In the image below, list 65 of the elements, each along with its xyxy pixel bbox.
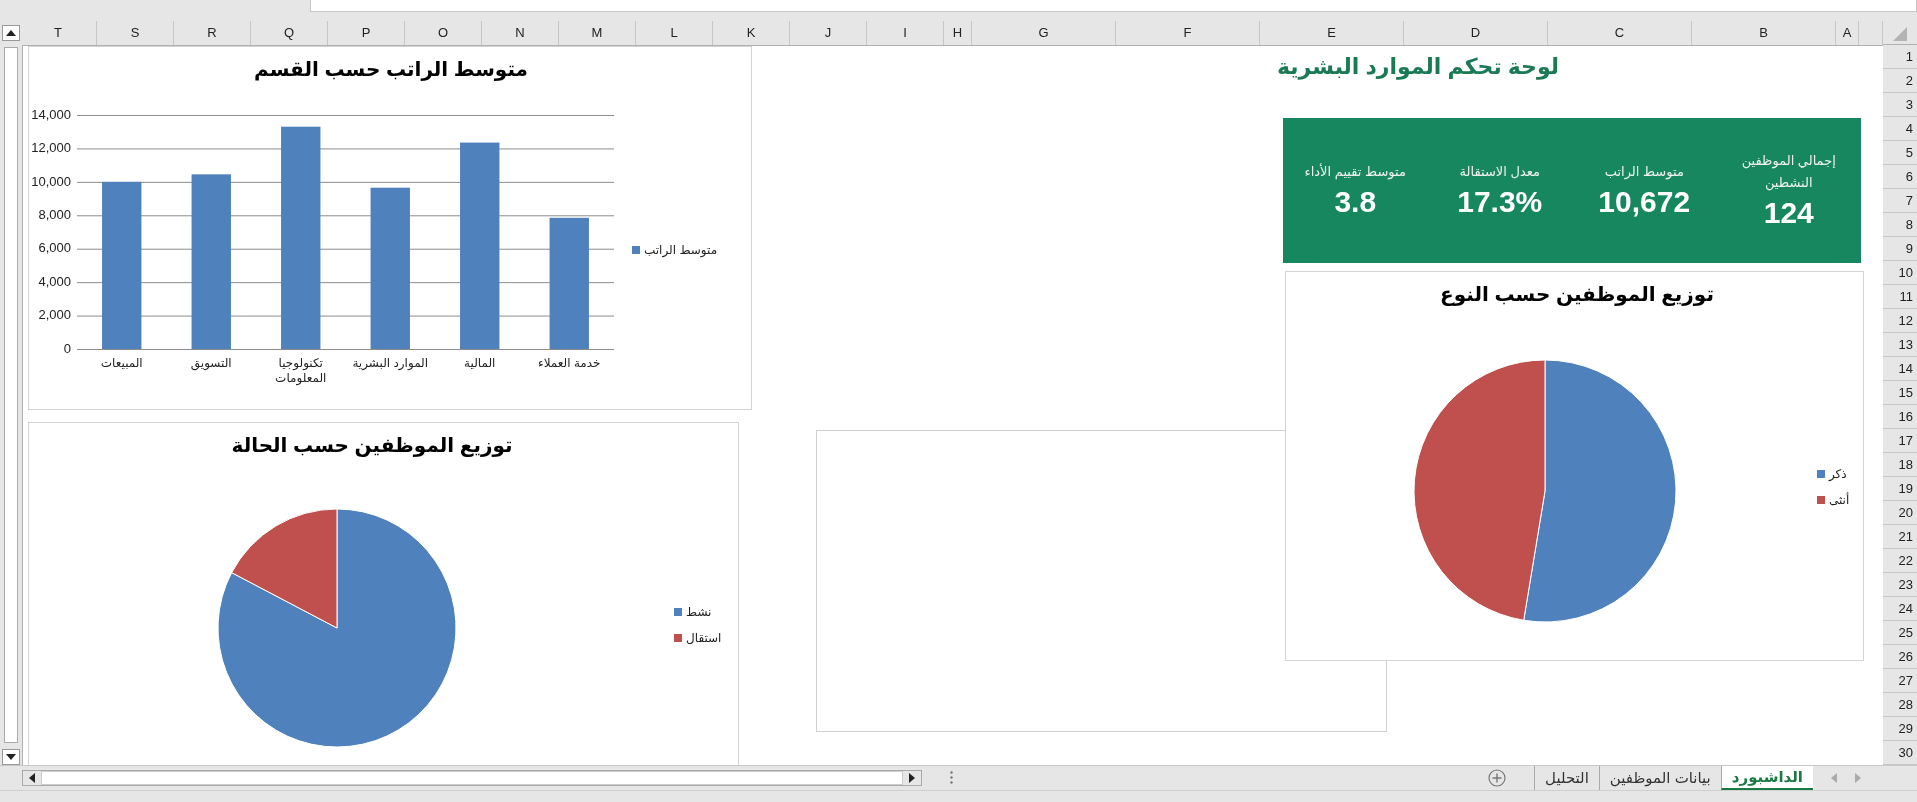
splitter-icon[interactable]	[950, 771, 953, 785]
axis-label: 4,000	[38, 273, 71, 290]
column-header[interactable]: S	[97, 20, 174, 45]
column-header[interactable]: C	[1548, 20, 1692, 45]
legend-label: ذكر	[1829, 466, 1847, 481]
dashboard-title: لوحة تحكم الموارد البشرية	[1276, 53, 1559, 80]
axis-label: المالية	[464, 355, 496, 372]
kpi-label: معدل الاستقالة	[1459, 163, 1540, 182]
column-header[interactable]: P	[328, 20, 405, 45]
legend-swatch	[1817, 495, 1825, 504]
left-arrow-icon[interactable]	[29, 772, 35, 783]
column-header[interactable]: R	[174, 20, 251, 45]
kpi-label: متوسط تقييم الأداء	[1304, 162, 1406, 182]
column-header[interactable]: G	[972, 20, 1116, 45]
column-header[interactable]: I	[867, 20, 944, 45]
axis-label: 8,000	[38, 207, 71, 223]
column-header[interactable]: E	[1260, 20, 1404, 45]
kpi-label: إجمالي الموظفين النشطين	[1740, 152, 1837, 193]
column-header[interactable]: T	[20, 20, 97, 45]
axis-label: 0	[63, 340, 71, 357]
axis-label: 14,000	[31, 106, 71, 123]
kpi-value: 10,672	[1598, 185, 1691, 220]
column-header[interactable]: F	[1116, 20, 1260, 45]
horizontal-scrollbar[interactable]	[22, 769, 922, 786]
column-header[interactable]: O	[405, 20, 482, 45]
kpi-value: 17.3%	[1457, 185, 1543, 220]
column-header[interactable]: A	[1836, 20, 1859, 45]
legend-label: نشط	[686, 604, 712, 619]
axis-label: 6,000	[38, 240, 71, 257]
legend-swatch	[674, 633, 682, 642]
chart-title: توزيع الموظفين حسب النوع	[1439, 281, 1715, 306]
axis-label: خدمة العملاء	[538, 355, 601, 372]
axis-label: المبيعات	[100, 355, 143, 372]
column-header[interactable]: K	[713, 20, 790, 45]
column-header[interactable]: N	[482, 20, 559, 45]
column-header[interactable]: Q	[251, 20, 328, 45]
column-header[interactable]: D	[1404, 20, 1548, 45]
previous-sheet-icon[interactable]	[1831, 772, 1837, 783]
axis-label: تكنولوجيا المعلومات	[274, 355, 328, 386]
column-header[interactable]: H	[944, 20, 972, 45]
legend-swatch	[1817, 469, 1825, 478]
legend-swatch	[674, 607, 682, 616]
axis-label: 10,000	[31, 173, 71, 190]
axis-label: التسويق	[190, 355, 232, 373]
axis-label: 12,000	[31, 140, 71, 157]
right-arrow-icon[interactable]	[909, 772, 915, 783]
add-sheet-icon[interactable]	[1488, 768, 1507, 787]
legend-swatch	[632, 245, 640, 254]
chart-title: متوسط الراتب حسب القسم	[253, 56, 529, 81]
axis-label: الموارد البشرية	[352, 355, 429, 372]
column-header[interactable]: M	[559, 20, 636, 45]
legend-label: أنثى	[1829, 492, 1850, 507]
column-header[interactable]: L	[636, 20, 713, 45]
legend-label: استقال	[686, 630, 722, 645]
axis-label: 2,000	[38, 307, 71, 324]
kpi-value: 3.8	[1334, 185, 1377, 220]
column-header[interactable]: B	[1692, 20, 1836, 45]
select-all-icon[interactable]	[1893, 26, 1907, 41]
kpi-value: 124	[1763, 196, 1814, 231]
next-sheet-icon[interactable]	[1855, 772, 1861, 783]
column-header[interactable]: J	[790, 20, 867, 45]
sheet-tab[interactable]: الداشبورد	[1720, 765, 1813, 790]
legend-label: متوسط الراتب	[644, 242, 718, 257]
chart-title: توزيع الموظفين حسب الحالة	[230, 432, 514, 457]
kpi-label: متوسط الراتب	[1604, 163, 1684, 182]
